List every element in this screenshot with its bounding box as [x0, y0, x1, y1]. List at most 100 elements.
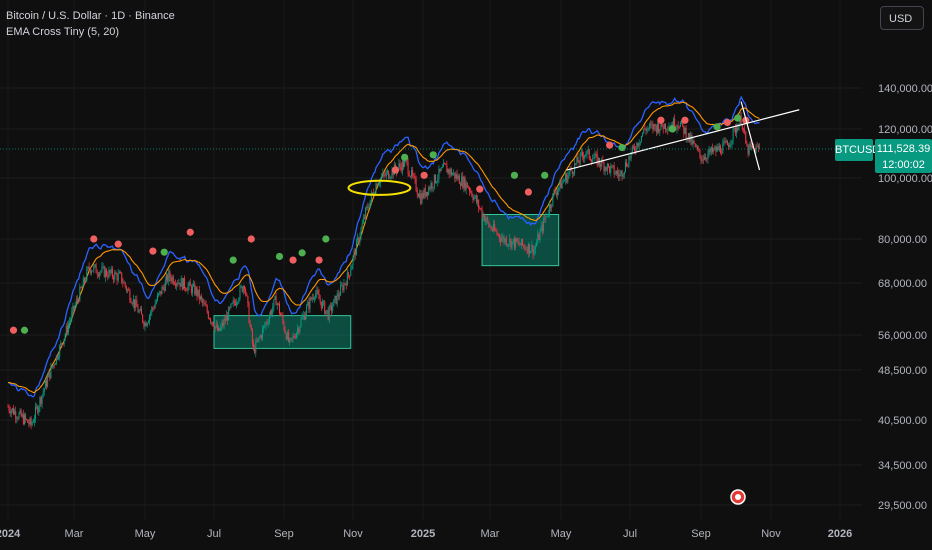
- candle-body: [366, 206, 368, 208]
- candle-body: [344, 283, 346, 285]
- candle-body: [320, 301, 322, 309]
- candle-body: [454, 172, 456, 179]
- candle-body: [177, 283, 179, 285]
- candle-body: [420, 193, 422, 204]
- candle-body: [357, 237, 359, 241]
- candle-body: [151, 307, 153, 313]
- candle-body: [430, 183, 432, 190]
- candle-body: [263, 326, 265, 329]
- candle-body: [618, 173, 620, 177]
- candle-body: [143, 321, 145, 327]
- candle-body: [19, 410, 21, 414]
- price-tick-label: 120,000.00: [878, 124, 932, 136]
- bearish-cross-marker: [723, 118, 731, 127]
- candle-body: [341, 285, 343, 287]
- candle-body: [446, 164, 448, 173]
- time-tick-label: Sep: [691, 528, 711, 540]
- candle-body: [689, 133, 691, 142]
- candle-body: [97, 274, 99, 277]
- candle-body: [427, 191, 429, 195]
- candle-body: [340, 285, 342, 296]
- candle-body: [60, 343, 62, 346]
- candle-body: [702, 159, 704, 161]
- candle-body: [579, 153, 581, 163]
- indicator-title[interactable]: EMA Cross Tiny (5, 20): [6, 24, 175, 40]
- time-axis[interactable]: 2024 Mar May Jul Sep Nov 2025 Mar May Jul Sep Nov 20…: [0, 528, 852, 540]
- candle-body: [536, 242, 538, 247]
- candle-body: [466, 182, 468, 188]
- candle-body: [628, 157, 630, 167]
- candle-body: [612, 165, 614, 167]
- candle-body: [360, 228, 362, 237]
- candle-body: [353, 250, 355, 257]
- candle-body: [71, 311, 73, 320]
- candle-body: [381, 176, 383, 179]
- candle-body: [679, 123, 681, 127]
- candle-body: [447, 169, 449, 173]
- candle-body: [277, 303, 279, 305]
- candle-body: [472, 196, 474, 200]
- candle-body: [495, 230, 497, 232]
- candle-body: [701, 159, 703, 162]
- candle-body: [484, 220, 486, 222]
- candle-body: [293, 336, 295, 338]
- price-chart[interactable]: 140,000.00 120,000.00 100,000.00 80,000.00 6…: [0, 0, 932, 550]
- candle-body: [268, 316, 270, 323]
- currency-button[interactable]: USD: [880, 6, 924, 30]
- candle-body: [327, 310, 329, 320]
- candle-body: [606, 163, 608, 171]
- candle-body: [35, 406, 36, 419]
- candle-body: [496, 231, 498, 235]
- candle-body: [553, 190, 555, 194]
- candle-body: [554, 190, 556, 194]
- candle-body: [164, 280, 166, 291]
- candle-body: [457, 175, 459, 179]
- bullish-cross-marker: [275, 252, 284, 261]
- time-tick-label: Sep: [274, 528, 294, 540]
- candle-body: [728, 145, 730, 148]
- bullish-cross-marker: [20, 326, 29, 334]
- price-tick-label: 100,000.00: [878, 173, 932, 185]
- symbol-title[interactable]: Bitcoin / U.S. Dollar · 1D · Binance: [6, 8, 175, 24]
- candle-body: [104, 269, 106, 278]
- candle-body: [429, 187, 431, 190]
- candle-body: [515, 238, 517, 248]
- bearish-cross-marker: [90, 235, 98, 243]
- candle-body: [213, 326, 215, 330]
- candle-body: [622, 174, 624, 177]
- candle-body: [560, 180, 562, 189]
- candle-body: [540, 225, 542, 231]
- candle-body: [88, 266, 90, 269]
- candle-body: [308, 301, 310, 309]
- candle-body: [693, 140, 695, 144]
- candle-body: [509, 238, 511, 245]
- candle-body: [201, 296, 203, 299]
- candle-body: [182, 278, 184, 290]
- candle-body: [409, 176, 411, 177]
- candle-body: [92, 270, 94, 272]
- candle-body: [499, 238, 501, 242]
- candle-body: [508, 244, 510, 246]
- candle-body: [700, 155, 702, 162]
- candle-body: [52, 364, 54, 368]
- candle-body: [301, 317, 303, 320]
- price-tick-label: 29,500.00: [878, 500, 927, 512]
- candle-body: [748, 144, 750, 155]
- candle-body: [53, 364, 55, 366]
- candle-body: [745, 131, 747, 143]
- candle-body: [595, 153, 597, 155]
- chart-legend: Bitcoin / U.S. Dollar · 1D · Binance EMA…: [6, 8, 175, 40]
- candle-body: [591, 160, 593, 163]
- candle-body: [167, 274, 169, 282]
- last-price-value: 111,528.39: [876, 143, 931, 155]
- candle-body: [588, 149, 590, 159]
- candle-body: [433, 174, 435, 188]
- candle-body: [678, 126, 680, 128]
- candle-body: [208, 318, 210, 320]
- candle-body: [614, 173, 616, 175]
- candle-body: [759, 147, 761, 149]
- candle-body: [318, 293, 320, 300]
- candle-body: [250, 325, 252, 330]
- candle-body: [29, 418, 31, 425]
- candle-body: [64, 334, 66, 339]
